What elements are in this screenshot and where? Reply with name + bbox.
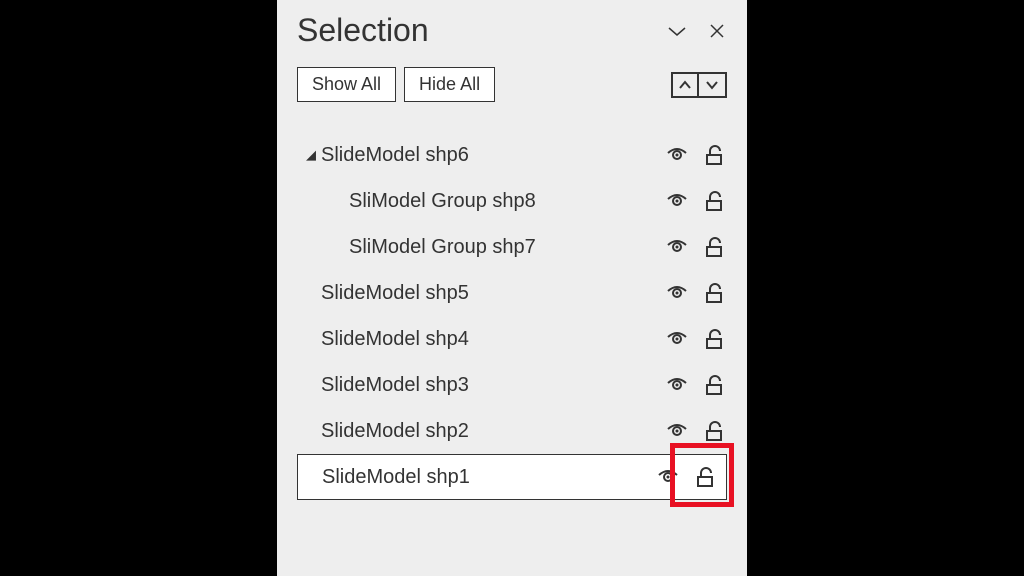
lock-toggle-icon[interactable] — [703, 419, 727, 443]
hide-all-button[interactable]: Hide All — [404, 67, 495, 102]
collapse-panel-icon[interactable] — [667, 21, 687, 41]
tree-item-label: SlideModel shp2 — [321, 420, 665, 443]
selection-tree: ◢SlideModel shp6 SliModel Group shp8 SliMo… — [297, 132, 727, 500]
lock-toggle-icon[interactable] — [703, 143, 727, 167]
tree-item-label: SlideModel shp5 — [321, 282, 665, 305]
item-controls — [665, 327, 727, 351]
tree-item-label: SlideModel shp4 — [321, 328, 665, 351]
lock-toggle-icon[interactable] — [703, 327, 727, 351]
panel-header: Selection — [297, 12, 727, 49]
lock-toggle-icon[interactable] — [703, 281, 727, 305]
visibility-toggle-icon[interactable] — [665, 143, 689, 167]
tree-item[interactable]: SlideModel shp4 — [297, 316, 727, 362]
move-down-button[interactable] — [699, 72, 727, 98]
reorder-buttons — [671, 72, 727, 98]
item-controls — [665, 373, 727, 397]
item-controls — [665, 235, 727, 259]
item-controls — [665, 419, 727, 443]
tree-item-label: SlideModel shp1 — [322, 466, 656, 489]
tree-item-label: SlideModel shp3 — [321, 374, 665, 397]
lock-toggle-icon[interactable] — [694, 465, 718, 489]
item-controls — [665, 281, 727, 305]
tree-item[interactable]: ◢SlideModel shp6 — [297, 132, 727, 178]
tree-item[interactable]: SliModel Group shp8 — [297, 178, 727, 224]
toolbar: Show All Hide All — [297, 67, 727, 102]
close-icon[interactable] — [707, 21, 727, 41]
header-controls — [667, 21, 727, 41]
visibility-toggle-icon[interactable] — [656, 465, 680, 489]
toolbar-buttons: Show All Hide All — [297, 67, 495, 102]
tree-item-label: SlideModel shp6 — [321, 144, 665, 167]
tree-item[interactable]: SliModel Group shp7 — [297, 224, 727, 270]
visibility-toggle-icon[interactable] — [665, 419, 689, 443]
selection-panel: Selection Show All Hide All ◢SlideModel … — [277, 0, 747, 576]
visibility-toggle-icon[interactable] — [665, 189, 689, 213]
visibility-toggle-icon[interactable] — [665, 281, 689, 305]
visibility-toggle-icon[interactable] — [665, 235, 689, 259]
panel-title: Selection — [297, 12, 429, 49]
visibility-toggle-icon[interactable] — [665, 373, 689, 397]
tree-item-label: SliModel Group shp8 — [349, 190, 665, 213]
tree-item[interactable]: SlideModel shp2 — [297, 408, 727, 454]
visibility-toggle-icon[interactable] — [665, 327, 689, 351]
item-controls — [665, 143, 727, 167]
item-controls — [665, 189, 727, 213]
tree-item-label: SliModel Group shp7 — [349, 236, 665, 259]
tree-item[interactable]: SlideModel shp1 — [297, 454, 727, 500]
lock-toggle-icon[interactable] — [703, 373, 727, 397]
lock-toggle-icon[interactable] — [703, 189, 727, 213]
tree-item[interactable]: SlideModel shp3 — [297, 362, 727, 408]
item-controls — [656, 465, 718, 489]
show-all-button[interactable]: Show All — [297, 67, 396, 102]
collapse-arrow-icon[interactable]: ◢ — [301, 147, 321, 163]
lock-toggle-icon[interactable] — [703, 235, 727, 259]
move-up-button[interactable] — [671, 72, 699, 98]
tree-item[interactable]: SlideModel shp5 — [297, 270, 727, 316]
